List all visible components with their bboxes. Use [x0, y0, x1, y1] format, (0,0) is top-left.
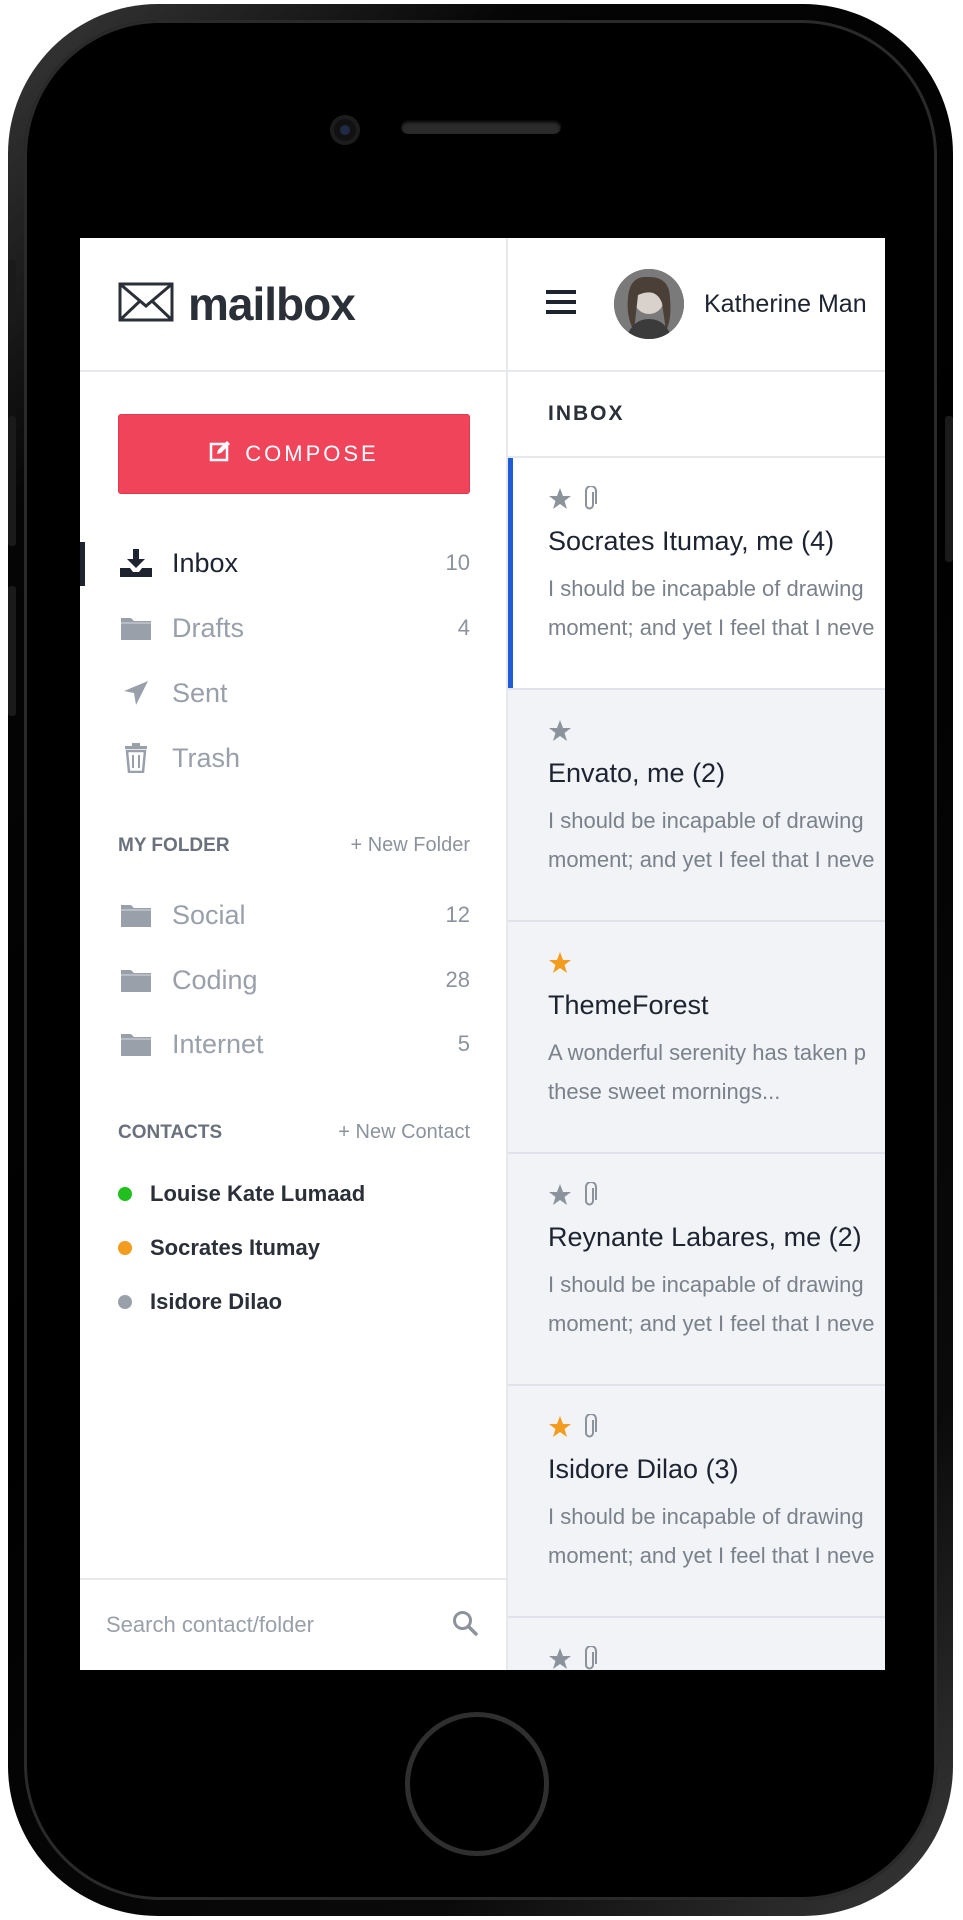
folder-item-social[interactable]: Social 12: [118, 890, 470, 940]
mail-preview-line: I should be incapable of drawing: [548, 808, 864, 833]
contact-name: Socrates Itumay: [150, 1235, 320, 1260]
folder-icon: [118, 902, 154, 928]
mail-preview-line: moment; and yet I feel that I neve: [548, 1311, 875, 1336]
nav-label: Sent: [172, 677, 228, 708]
star-icon[interactable]: [548, 1647, 572, 1670]
mail-item[interactable]: Isidore Dilao (3) I should be incapable …: [508, 1386, 885, 1618]
trash-icon: [118, 743, 154, 773]
mail-sender: Reynante Labares, me (2): [548, 1222, 862, 1252]
folder-label: Social: [172, 899, 246, 930]
section-title: CONTACTS: [118, 1121, 223, 1143]
contact-name: Louise Kate Lumaad: [150, 1181, 366, 1206]
paperclip-icon: [582, 486, 598, 512]
star-icon[interactable]: [548, 1183, 572, 1207]
contact-name: Isidore Dilao: [150, 1289, 283, 1314]
folder-icon: [118, 1031, 154, 1057]
my-folder-header: MY FOLDER + New Folder: [118, 834, 470, 857]
mail-sender: Isidore Dilao (3): [548, 1454, 739, 1484]
folder-icon: [118, 615, 154, 641]
mail-item[interactable]: ThemeForest A wonderful serenity has tak…: [508, 922, 885, 1154]
new-folder-link[interactable]: + New Folder: [351, 834, 471, 857]
nav-count: 4: [457, 615, 470, 640]
inbox-download-icon: [118, 548, 154, 578]
mail-item[interactable]: [508, 1618, 885, 1670]
edit-icon: [209, 440, 245, 468]
paperclip-icon: [582, 1182, 598, 1208]
hamburger-menu-icon[interactable]: [546, 289, 576, 320]
star-icon[interactable]: [548, 487, 572, 511]
nav-label: Inbox: [172, 547, 239, 578]
paper-plane-icon: [118, 679, 154, 707]
folder-label: Coding: [172, 964, 258, 995]
mail-preview-line: I should be incapable of drawing: [548, 1504, 864, 1529]
search-icon[interactable]: [452, 1610, 478, 1641]
active-indicator: [80, 542, 85, 586]
section-title: MY FOLDER: [118, 834, 230, 856]
top-bar: Katherine Man: [508, 238, 885, 372]
status-away-dot: [118, 1241, 132, 1255]
mail-item[interactable]: Reynante Labares, me (2) I should be inc…: [508, 1154, 885, 1386]
mail-preview-line: moment; and yet I feel that I neve: [548, 847, 875, 872]
app-screen: mailbox COMPOSE Inbox 10 Drafts 4 Sent T…: [80, 238, 885, 1670]
contact-item[interactable]: Louise Kate Lumaad: [118, 1181, 365, 1207]
folder-icon: [118, 967, 154, 993]
folder-label: Internet: [172, 1028, 264, 1059]
folder-item-internet[interactable]: Internet 5: [118, 1019, 470, 1069]
contacts-header: CONTACTS + New Contact: [118, 1121, 470, 1144]
contact-item[interactable]: Isidore Dilao: [118, 1289, 282, 1315]
inbox-title: INBOX: [508, 372, 885, 458]
folder-count: 28: [445, 967, 470, 992]
home-button[interactable]: [405, 1712, 549, 1856]
envelope-icon: [118, 282, 174, 327]
user-avatar[interactable]: [614, 269, 684, 339]
nav-label: Drafts: [172, 612, 245, 643]
contact-item[interactable]: Socrates Itumay: [118, 1235, 320, 1261]
brand-name: mailbox: [188, 278, 356, 330]
star-filled-icon[interactable]: [548, 951, 572, 975]
nav-count: 10: [445, 550, 470, 575]
mail-sender: ThemeForest: [548, 990, 709, 1020]
volume-up-button: [8, 416, 16, 546]
mail-sender: Envato, me (2): [548, 758, 726, 788]
mail-preview-line: moment; and yet I feel that I neve: [548, 615, 875, 640]
nav-item-inbox[interactable]: Inbox 10: [118, 538, 470, 588]
compose-button[interactable]: COMPOSE: [118, 414, 470, 494]
mail-item[interactable]: Socrates Itumay, me (4) I should be inca…: [508, 458, 885, 690]
user-name[interactable]: Katherine Man: [704, 290, 867, 319]
mail-preview-line: moment; and yet I feel that I neve: [548, 1543, 875, 1568]
mail-item[interactable]: Envato, me (2) I should be incapable of …: [508, 690, 885, 922]
mute-switch: [8, 260, 16, 326]
power-button: [945, 416, 953, 562]
nav-item-sent[interactable]: Sent: [118, 668, 470, 718]
earpiece-speaker: [401, 120, 561, 134]
mail-preview-line: A wonderful serenity has taken p: [548, 1040, 866, 1065]
nav-label: Trash: [172, 742, 241, 773]
paperclip-icon: [582, 1414, 598, 1440]
compose-label: COMPOSE: [245, 441, 379, 466]
mail-sender: Socrates Itumay, me (4): [548, 526, 835, 556]
search-input[interactable]: [104, 1611, 452, 1639]
sidebar: mailbox COMPOSE Inbox 10 Drafts 4 Sent T…: [80, 238, 508, 1670]
status-online-dot: [118, 1187, 132, 1201]
folder-count: 5: [457, 1031, 470, 1056]
front-camera: [330, 115, 360, 145]
new-contact-link[interactable]: + New Contact: [338, 1121, 470, 1144]
mail-preview-line: these sweet mornings...: [548, 1079, 781, 1104]
volume-down-button: [8, 586, 16, 716]
nav-item-trash[interactable]: Trash: [118, 733, 470, 783]
main-panel: Katherine Man INBOX Socrates Itumay, me …: [508, 238, 885, 1670]
paperclip-icon: [582, 1646, 598, 1670]
mail-preview-line: I should be incapable of drawing: [548, 1272, 864, 1297]
sidebar-search: [80, 1578, 506, 1670]
mail-preview-line: I should be incapable of drawing: [548, 576, 864, 601]
status-offline-dot: [118, 1295, 132, 1309]
star-icon[interactable]: [548, 719, 572, 743]
folder-item-coding[interactable]: Coding 28: [118, 955, 470, 1005]
star-filled-icon[interactable]: [548, 1415, 572, 1439]
folder-count: 12: [445, 902, 470, 927]
nav-item-drafts[interactable]: Drafts 4: [118, 603, 470, 653]
brand-logo[interactable]: mailbox: [80, 238, 506, 372]
